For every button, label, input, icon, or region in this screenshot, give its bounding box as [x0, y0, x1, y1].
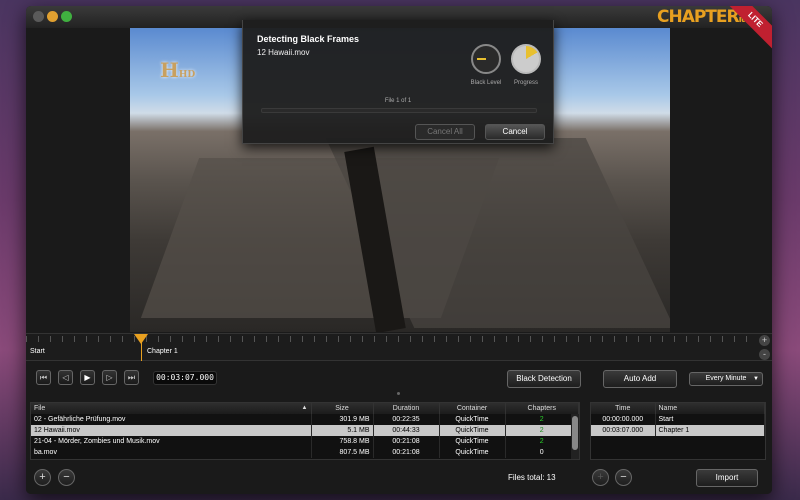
- splitter-handle[interactable]: [397, 392, 400, 395]
- chapter-row[interactable]: 00:03:07.000 Chapter 1: [591, 425, 765, 436]
- files-total-label: Files total: 13: [508, 473, 556, 482]
- file-chapters: 0: [505, 447, 579, 458]
- black-level-label: Black Level: [470, 80, 502, 86]
- sort-ascending-icon: ▲: [301, 405, 308, 411]
- step-back-icon[interactable]: ◁: [58, 370, 73, 385]
- file-size: 807.5 MB: [311, 447, 374, 458]
- add-file-button[interactable]: +: [34, 469, 51, 486]
- remove-file-button[interactable]: −: [58, 469, 75, 486]
- channel-logo: HHD: [160, 58, 196, 82]
- transport-bar: ⏮ ◁ ▶ ▷ ⏭ 00:03:07.000 Black Detection A…: [26, 361, 772, 401]
- column-file[interactable]: File ▲: [31, 403, 312, 414]
- file-duration: 00:21:08: [373, 447, 440, 458]
- zoom-in-button[interactable]: +: [759, 335, 770, 346]
- timeline-chapter-label: Chapter 1: [147, 348, 178, 355]
- progress-pie: [511, 44, 541, 74]
- chapter-name: Chapter 1: [655, 425, 765, 436]
- table-row[interactable]: ba.mov 807.5 MB 00:21:08 QuickTime 0: [31, 447, 579, 458]
- file-chapters: 2: [505, 425, 579, 436]
- play-icon[interactable]: ▶: [80, 370, 95, 385]
- zoom-out-button[interactable]: -: [759, 349, 770, 360]
- file-duration: 00:44:33: [373, 425, 440, 436]
- file-chapters: 2: [505, 414, 579, 425]
- timeline-start-label: Start: [30, 348, 45, 355]
- scrollbar-thumb[interactable]: [572, 416, 578, 450]
- add-chapter-button[interactable]: +: [592, 469, 609, 486]
- auto-add-button[interactable]: Auto Add: [603, 370, 677, 388]
- chevron-down-icon: ▼: [753, 376, 759, 382]
- cancel-all-button[interactable]: Cancel All: [415, 124, 475, 140]
- chapter-timeline[interactable]: Start Chapter 1 + -: [26, 333, 772, 362]
- file-duration: 00:22:35: [373, 414, 440, 425]
- file-name: 02 - Gefährliche Prüfung.mov: [31, 414, 312, 425]
- table-row[interactable]: 21-04 - Mörder, Zombies und Musik.mov 75…: [31, 436, 579, 447]
- skip-start-icon[interactable]: ⏮: [36, 370, 51, 385]
- file-duration: 00:21:08: [373, 436, 440, 447]
- bottom-bar: + − Files total: 13 + − Import: [26, 464, 772, 494]
- minimize-window-button[interactable]: [47, 11, 58, 22]
- playhead-line: [141, 342, 142, 362]
- table-row[interactable]: 12 Hawaii.mov 5.1 MB 00:44:33 QuickTime …: [31, 425, 579, 436]
- files-table: File ▲ Size Duration Container Chapters 0…: [30, 402, 580, 460]
- chapters-table: Time Name 00:00:00.000 Start 00:03:07.00…: [590, 402, 766, 460]
- remove-chapter-button[interactable]: −: [615, 469, 632, 486]
- column-chapters[interactable]: Chapters: [505, 403, 579, 414]
- file-size: 758.8 MB: [311, 436, 374, 447]
- detect-black-frames-dialog: Detecting Black Frames 12 Hawaii.mov Bla…: [242, 20, 554, 144]
- column-name[interactable]: Name: [655, 403, 765, 414]
- cancel-button[interactable]: Cancel: [485, 124, 545, 140]
- progress-bar: [261, 108, 537, 113]
- skip-end-icon[interactable]: ⏭: [124, 370, 139, 385]
- file-size: 301.9 MB: [311, 414, 374, 425]
- app-logo: CHAPTERit: [656, 7, 745, 27]
- column-duration[interactable]: Duration: [373, 403, 440, 414]
- black-detection-button[interactable]: Black Detection: [507, 370, 581, 388]
- file-chapters: 2: [505, 436, 579, 447]
- dialog-file-name: 12 Hawaii.mov: [257, 48, 310, 57]
- file-container: QuickTime: [439, 414, 506, 425]
- chapter-row[interactable]: 00:00:00.000 Start: [591, 414, 765, 425]
- column-size[interactable]: Size: [311, 403, 374, 414]
- interval-select[interactable]: Every Minute ▼: [689, 372, 763, 386]
- file-name: ba.mov: [31, 447, 312, 458]
- file-container: QuickTime: [439, 436, 506, 447]
- app-window: CHAPTERit LITE HHD Detecting Black Frame…: [26, 6, 772, 494]
- step-forward-icon[interactable]: ▷: [102, 370, 117, 385]
- file-name: 21-04 - Mörder, Zombies und Musik.mov: [31, 436, 312, 447]
- timecode-field[interactable]: 00:03:07.000: [153, 371, 217, 385]
- chapter-time: 00:03:07.000: [591, 425, 656, 436]
- close-window-button[interactable]: [33, 11, 44, 22]
- file-count-label: File 1 of 1: [384, 98, 412, 104]
- table-row[interactable]: 02 - Gefährliche Prüfung.mov 301.9 MB 00…: [31, 414, 579, 425]
- column-time[interactable]: Time: [591, 403, 656, 414]
- file-container: QuickTime: [439, 447, 506, 458]
- import-button[interactable]: Import: [696, 469, 758, 487]
- file-size: 5.1 MB: [311, 425, 374, 436]
- dialog-title: Detecting Black Frames: [257, 34, 360, 44]
- progress-label: Progress: [513, 80, 538, 86]
- chapter-time: 00:00:00.000: [591, 414, 656, 425]
- chapter-name: Start: [655, 414, 765, 425]
- column-container[interactable]: Container: [439, 403, 506, 414]
- black-level-knob[interactable]: [471, 44, 501, 74]
- zoom-window-button[interactable]: [61, 11, 72, 22]
- file-container: QuickTime: [439, 425, 506, 436]
- files-scrollbar[interactable]: [571, 414, 579, 459]
- file-name: 12 Hawaii.mov: [31, 425, 312, 436]
